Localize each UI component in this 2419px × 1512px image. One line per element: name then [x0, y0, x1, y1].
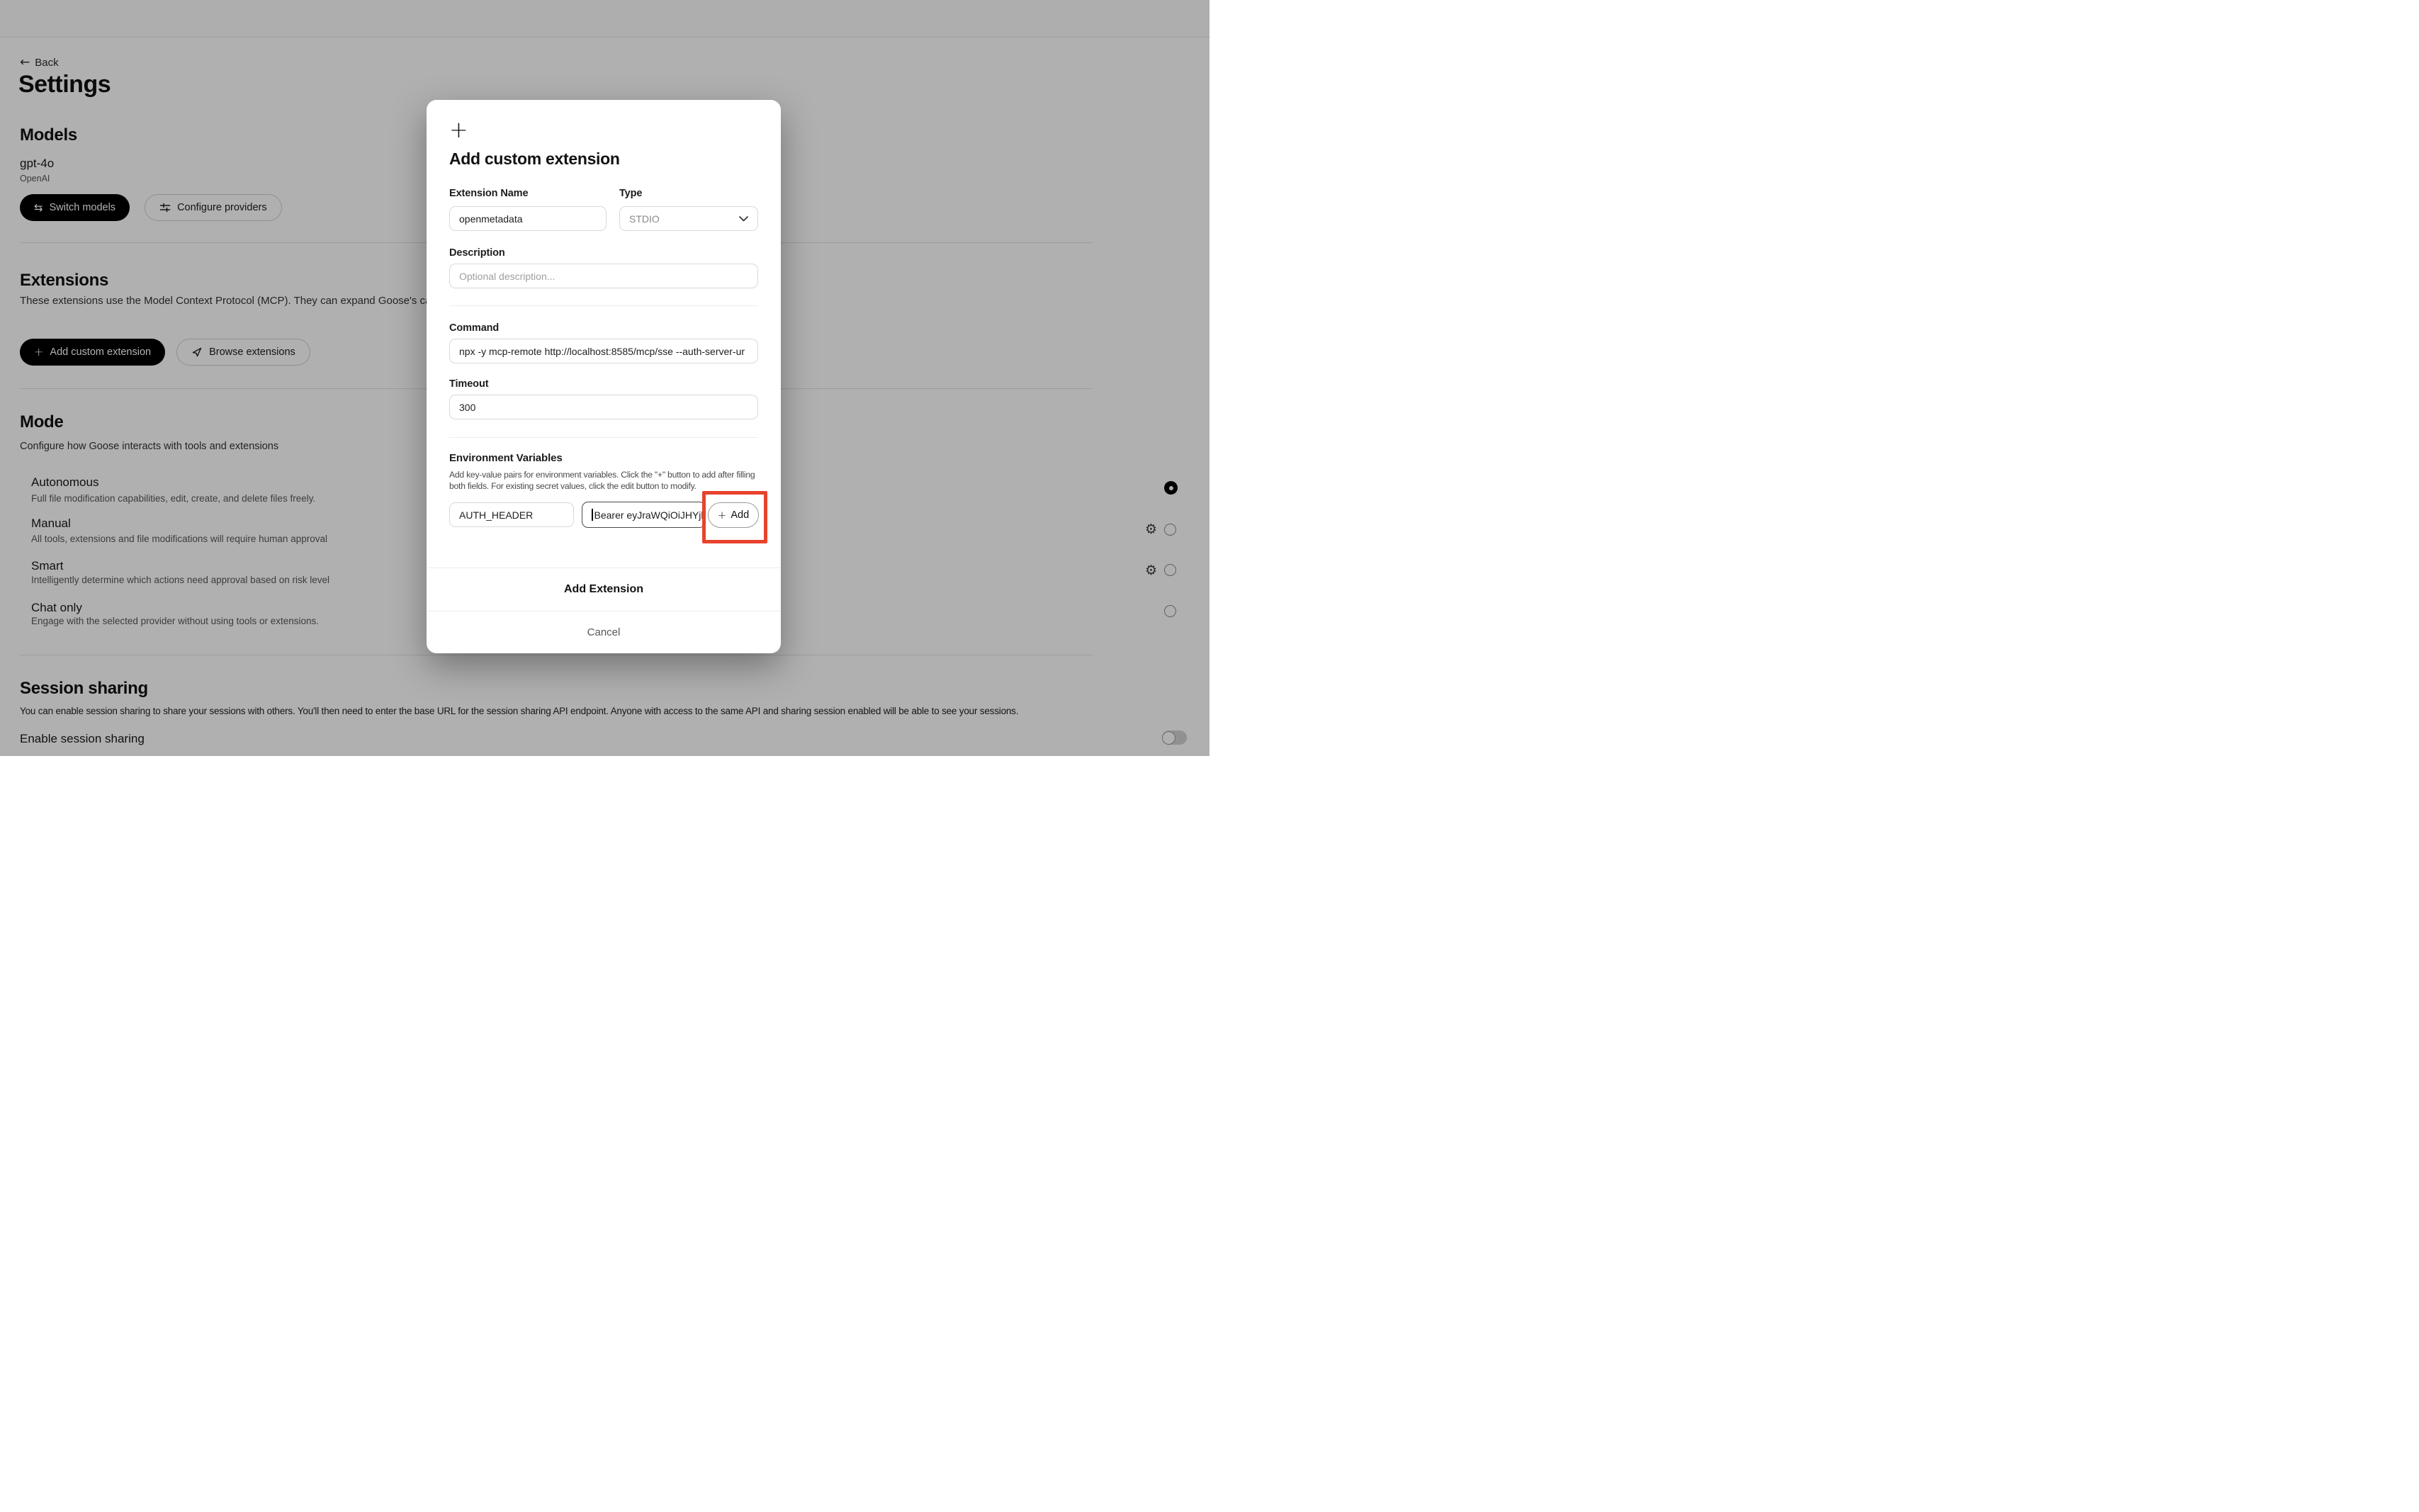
text-cursor: [592, 509, 593, 521]
modal-title: Add custom extension: [449, 149, 620, 169]
type-selected-value: STDIO: [629, 213, 660, 225]
description-label: Description: [449, 247, 505, 259]
env-key-value: AUTH_HEADER: [459, 509, 533, 521]
chevron-down-icon: [739, 216, 748, 222]
env-variables-help-text: Add key-value pairs for environment vari…: [449, 469, 761, 492]
add-extension-submit-button[interactable]: Add Extension: [427, 568, 781, 611]
description-placeholder: Optional description...: [459, 271, 555, 282]
env-variables-label: Environment Variables: [449, 452, 563, 464]
modal-divider: [449, 437, 758, 438]
extension-name-value: openmetadata: [459, 213, 523, 225]
type-label: Type: [619, 188, 642, 199]
timeout-input[interactable]: 300: [449, 395, 758, 419]
modal-divider: [449, 305, 758, 306]
timeout-value: 300: [459, 402, 475, 413]
extension-name-label: Extension Name: [449, 188, 528, 199]
env-key-input[interactable]: AUTH_HEADER: [449, 502, 574, 527]
annotation-highlight-box: [702, 491, 767, 543]
cancel-label: Cancel: [587, 626, 621, 638]
modal-plus-icon: +: [449, 118, 468, 141]
extension-name-input[interactable]: openmetadata: [449, 206, 607, 231]
env-value-value: Bearer eyJraWQiOiJHYjl: [594, 509, 704, 521]
command-label: Command: [449, 322, 499, 334]
timeout-label: Timeout: [449, 378, 488, 390]
env-value-input[interactable]: Bearer eyJraWQiOiJHYjl: [582, 502, 706, 528]
type-select[interactable]: STDIO: [619, 206, 758, 231]
command-input[interactable]: npx -y mcp-remote http://localhost:8585/…: [449, 339, 758, 363]
description-input[interactable]: Optional description...: [449, 264, 758, 288]
command-value: npx -y mcp-remote http://localhost:8585/…: [459, 346, 745, 357]
add-custom-extension-modal: + Add custom extension Extension Name Ty…: [427, 100, 781, 653]
cancel-button[interactable]: Cancel: [427, 611, 781, 653]
add-extension-label: Add Extension: [564, 583, 643, 596]
